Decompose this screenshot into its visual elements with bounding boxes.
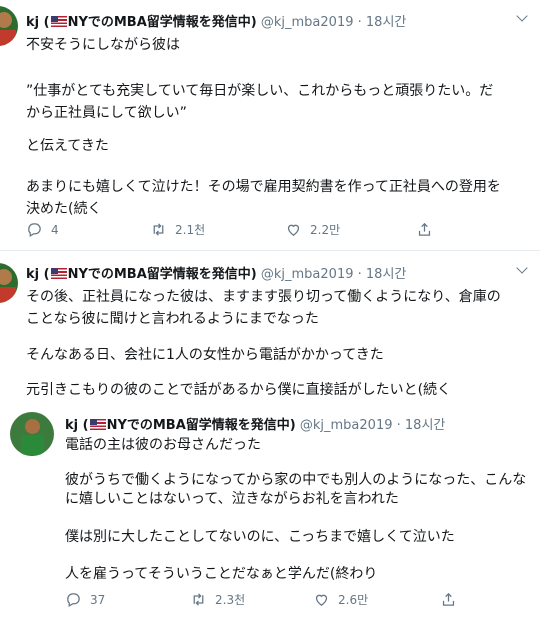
like-button[interactable]: 2.2만 [285, 221, 340, 238]
us-flag-icon [89, 419, 106, 430]
like-icon [287, 224, 300, 236]
reply-icon [28, 223, 41, 238]
retweet-button[interactable]: 2.1천 [150, 221, 205, 238]
tweet-header: kj (NYでのMBA留学情報を発信中) @kj_mba2019 · 18시간 [26, 267, 407, 282]
retweet-icon [153, 223, 164, 236]
tweet-text-line: 決めた(続く [26, 201, 102, 217]
handle[interactable]: @kj_mba2019 [300, 418, 393, 433]
tweet-1[interactable]: kj (NYでのMBA留学情報を発信中) @kj_mba2019 · 18시간 … [0, 0, 540, 250]
tweet-text-line: あまりにも嬉しくて泣けた！その場で雇用契約書を作って正社員への登用を [26, 179, 501, 195]
reply-button[interactable]: 37 [65, 591, 105, 608]
retweet-count: 2.1천 [175, 223, 206, 237]
handle[interactable]: @kj_mba2019 [261, 15, 354, 30]
avatar[interactable] [0, 6, 18, 46]
tweet-text-line: 不安そうにしながら彼は [26, 37, 180, 53]
reply-button[interactable]: 4 [26, 221, 59, 238]
retweet-count: 2.3천 [215, 593, 246, 607]
tweet-text-line: から正社員にして欲しい” [26, 105, 187, 121]
tweet-text-line: と伝えてきた [26, 138, 109, 154]
tweet-header: kj (NYでのMBA留学情報を発信中) @kj_mba2019 · 18시간 [65, 418, 446, 433]
tweet-text-line: 元引きこもりの彼のことで話があるから僕に直接話がしたいと(続く [26, 382, 452, 398]
tweet-header: kj (NYでのMBA留学情報を発信中) @kj_mba2019 · 18시간 [26, 15, 407, 30]
share-icon [442, 592, 455, 606]
tweet-text-line: 彼がうちで働くようになってから家の中でも別人のようになった、こんな [65, 472, 527, 488]
share-icon [418, 222, 431, 236]
tweet-text-line: 人を雇うってそういうことだなぁと学んだ(終わり [65, 566, 378, 582]
more-caret-icon[interactable] [516, 262, 528, 274]
us-flag-icon [50, 268, 67, 279]
tweet-text-line: そんなある日、会社に1人の女性から電話がかかってきた [26, 347, 384, 363]
tweet-text-line: ”仕事がとても充実していて毎日が楽しい、これからもっと頑張りたい。だ [26, 83, 494, 99]
reply-count: 37 [90, 592, 106, 607]
tweet-text-line: ことなら彼に聞けと言われるようにまでなった [26, 311, 319, 327]
tweet-text-line: 電話の主は彼のお母さんだった [65, 437, 261, 453]
reply-icon [67, 593, 80, 608]
display-name[interactable]: kj (NYでのMBA留学情報を発信中) [26, 15, 257, 30]
display-name[interactable]: kj (NYでのMBA留学情報を発信中) [26, 267, 257, 282]
avatar[interactable] [10, 412, 54, 456]
tweet-text-line: その後、正社員になった彼は、ますます張り切って働くようになり、倉庫の [26, 289, 501, 305]
avatar[interactable] [0, 263, 18, 303]
handle[interactable]: @kj_mba2019 [261, 267, 354, 282]
more-caret-icon[interactable] [516, 10, 528, 22]
timestamp[interactable]: 18시간 [366, 267, 406, 282]
tweet-text-line: に嬉しいことはないって、泣きながらお礼を言われた [65, 491, 399, 507]
like-button[interactable]: 2.6만 [313, 591, 368, 608]
share-button[interactable] [416, 221, 433, 238]
timestamp[interactable]: 18시간 [405, 418, 445, 433]
tweet-actions: 37 2.3천 2.6만 [0, 591, 540, 611]
retweet-icon [193, 593, 204, 606]
display-name[interactable]: kj (NYでのMBA留学情報を発信中) [65, 418, 296, 433]
tweet-2[interactable]: kj (NYでのMBA留学情報を発信中) @kj_mba2019 · 18시간 … [0, 251, 540, 401]
like-count: 2.2만 [310, 223, 341, 237]
timestamp[interactable]: 18시간 [366, 15, 406, 30]
like-icon [315, 594, 328, 606]
tweet-3[interactable]: kj (NYでのMBA留学情報を発信中) @kj_mba2019 · 18시간 … [0, 402, 540, 617]
share-button[interactable] [440, 591, 457, 608]
like-count: 2.6만 [338, 593, 369, 607]
us-flag-icon [50, 16, 67, 27]
tweet-text-line: 僕は別に大したことしてないのに、こっちまで嬉しくて泣いた [65, 529, 455, 545]
tweet-actions: 4 2.1천 2.2만 [0, 221, 540, 241]
retweet-button[interactable]: 2.3천 [190, 591, 245, 608]
reply-count: 4 [51, 222, 59, 237]
